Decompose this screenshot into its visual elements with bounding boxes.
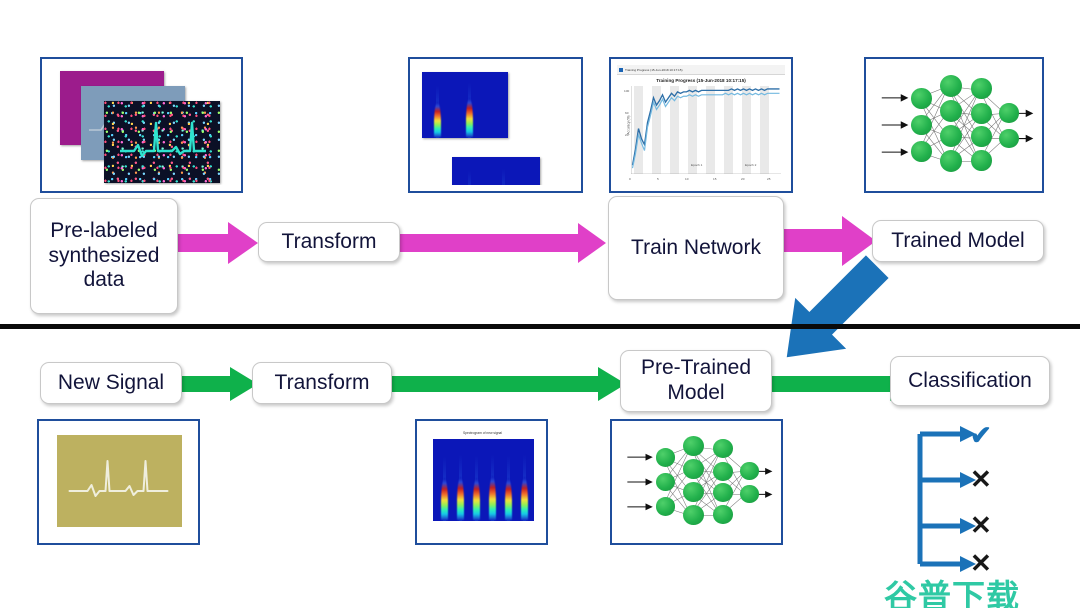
- nn-node: [712, 462, 733, 481]
- nn-node: [940, 99, 963, 122]
- nn-node: [999, 128, 1019, 148]
- accuracy-curve: [631, 86, 781, 174]
- arrow-transform-to-train: [398, 222, 608, 264]
- nn-node: [655, 496, 676, 516]
- training-progress-plot: Training Progress (15-Jun-2018 10:17:15)…: [609, 57, 793, 193]
- nn-node: [971, 78, 992, 99]
- result-mark-cross: ✕: [970, 464, 992, 494]
- arrow-transform-to-pretrained: [388, 366, 628, 402]
- spectrogram-title: Spectrogram of new signal: [462, 431, 503, 435]
- network-architecture: [864, 57, 1044, 193]
- box-label: Pre-Trained Model: [640, 356, 752, 404]
- classification-results-bracket: ✔ ✕ ✕ ✕: [908, 418, 992, 578]
- spectrogram-axes: [433, 439, 534, 521]
- box-label: Transform: [281, 229, 377, 253]
- neural-network-graph: [618, 427, 775, 537]
- arrow-data-to-transform: [178, 220, 260, 266]
- nn-node: [911, 88, 932, 109]
- arrow-train-to-trained-model: [782, 214, 878, 268]
- pretrained-network-architecture: [610, 419, 783, 545]
- nn-node: [739, 485, 759, 503]
- nn-node: [739, 462, 759, 480]
- result-mark-check: ✔: [970, 420, 992, 450]
- x-tick-20: 20: [741, 177, 745, 181]
- nn-node: [712, 505, 733, 524]
- nn-node: [911, 141, 932, 162]
- box-transform-training[interactable]: Transform: [258, 222, 400, 262]
- box-transform-inference[interactable]: Transform: [252, 362, 392, 404]
- app-icon: [619, 67, 623, 72]
- window-titlebar: Training Progress (15-Jun-2018 10:17:15): [617, 65, 785, 75]
- ecg-waveform-image: [57, 435, 182, 527]
- nn-node: [971, 126, 992, 147]
- box-pre-trained-model[interactable]: Pre-Trained Model: [620, 350, 772, 412]
- y-tick-60: 60: [625, 111, 629, 115]
- new-signal-image: [37, 419, 200, 545]
- nn-node: [712, 483, 733, 502]
- box-trained-model[interactable]: Trained Model: [872, 220, 1044, 262]
- x-tick-10: 10: [685, 177, 689, 181]
- neural-network-graph: [872, 65, 1036, 185]
- box-pre-labeled-synthesized-data[interactable]: Pre-labeled synthesized data: [30, 198, 178, 314]
- y-axis-label: Accuracy (%): [626, 115, 631, 135]
- diagram-canvas: Training Progress (15-Jun-2018 10:17:15)…: [0, 0, 1080, 608]
- x-tick-5: 5: [657, 177, 659, 181]
- section-divider: [0, 324, 1080, 329]
- nn-node: [999, 103, 1019, 123]
- nn-node: [971, 103, 992, 124]
- ecg-trace-icon: [120, 121, 206, 158]
- box-label: Train Network: [631, 235, 761, 259]
- box-new-signal[interactable]: New Signal: [40, 362, 182, 404]
- window-title: Training Progress (15-Jun-2018 10:17:15): [625, 67, 683, 72]
- x-tick-0: 0: [629, 177, 631, 181]
- epoch-label-1: Epoch 1: [691, 163, 703, 167]
- ecg-trace-icon: [68, 460, 169, 497]
- image-card-noisy-ecg: [104, 101, 220, 183]
- x-tick-25: 25: [767, 177, 771, 181]
- plot-title: Training Progress (15-Jun-2018 10:17:15): [656, 78, 746, 83]
- nn-node: [712, 439, 733, 458]
- arrow-newsignal-to-transform: [178, 366, 260, 402]
- result-mark-cross: ✕: [970, 510, 992, 540]
- epoch-label-2: Epoch 2: [745, 163, 757, 167]
- training-progress-window: Training Progress (15-Jun-2018 10:17:15)…: [617, 65, 785, 185]
- spectrogram-card-2: [452, 157, 540, 185]
- labeled-ecg-image-stack: [40, 57, 243, 193]
- box-label: Transform: [274, 370, 370, 394]
- box-classification[interactable]: Classification: [890, 356, 1050, 406]
- box-label: Classification: [908, 368, 1032, 392]
- box-label: New Signal: [57, 370, 165, 394]
- watermark-text: 谷普下载: [884, 577, 1020, 608]
- nn-node: [971, 150, 992, 171]
- box-label: Trained Model: [891, 228, 1025, 252]
- x-tick-15: 15: [713, 177, 717, 181]
- spectrogram-image-stack: [408, 57, 583, 193]
- new-signal-spectrogram: Spectrogram of new signal: [415, 419, 548, 545]
- y-tick-20: 20: [625, 133, 629, 137]
- nn-node: [911, 114, 932, 136]
- plot-area: [631, 86, 781, 174]
- box-train-network[interactable]: Train Network: [608, 196, 784, 300]
- y-tick-100: 100: [624, 89, 630, 93]
- spectrogram-figure: Spectrogram of new signal: [429, 431, 536, 529]
- nn-node: [940, 74, 963, 97]
- box-label: Pre-labeled synthesized data: [48, 218, 160, 292]
- spectrogram-card-1: [422, 72, 508, 138]
